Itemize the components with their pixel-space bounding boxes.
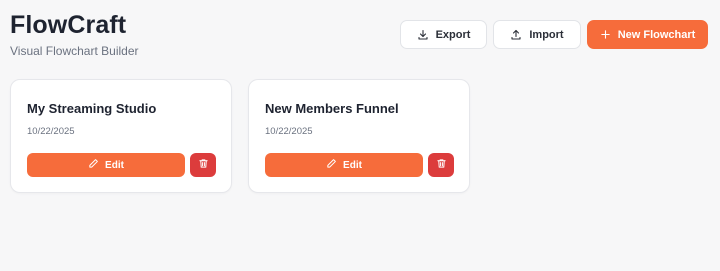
toolbar: Export Import New Flowchart	[400, 20, 708, 49]
new-flowchart-button[interactable]: New Flowchart	[587, 20, 708, 49]
card-actions: Edit	[27, 153, 216, 177]
edit-label: Edit	[105, 159, 124, 171]
import-label: Import	[529, 28, 564, 41]
card-actions: Edit	[265, 153, 454, 177]
trash-icon	[198, 156, 209, 174]
new-flowchart-label: New Flowchart	[617, 28, 696, 41]
flowchart-card: My Streaming Studio 10/22/2025 Edit	[10, 79, 232, 193]
edit-button[interactable]: Edit	[27, 153, 185, 177]
export-label: Export	[435, 28, 471, 41]
upload-icon	[510, 29, 522, 41]
app-subtitle: Visual Flowchart Builder	[10, 44, 139, 58]
flowchart-grid: My Streaming Studio 10/22/2025 Edit New …	[10, 79, 470, 193]
flowchart-title: New Members Funnel	[265, 101, 399, 116]
delete-button[interactable]	[428, 153, 454, 177]
trash-icon	[436, 156, 447, 174]
export-button[interactable]: Export	[400, 20, 487, 49]
app-root: FlowCraft Visual Flowchart Builder Expor…	[0, 0, 720, 271]
flowchart-date: 10/22/2025	[27, 126, 75, 137]
app-title: FlowCraft	[10, 11, 127, 39]
download-icon	[417, 29, 429, 41]
flowchart-title: My Streaming Studio	[27, 101, 157, 116]
pencil-icon	[88, 158, 99, 172]
brand-header: FlowCraft Visual Flowchart Builder	[10, 8, 139, 59]
flowchart-card: New Members Funnel 10/22/2025 Edit	[248, 79, 470, 193]
import-button[interactable]: Import	[493, 20, 581, 49]
flowchart-date: 10/22/2025	[265, 126, 313, 137]
edit-label: Edit	[343, 159, 362, 171]
delete-button[interactable]	[190, 153, 216, 177]
pencil-icon	[326, 158, 337, 172]
plus-icon	[600, 29, 611, 40]
edit-button[interactable]: Edit	[265, 153, 423, 177]
